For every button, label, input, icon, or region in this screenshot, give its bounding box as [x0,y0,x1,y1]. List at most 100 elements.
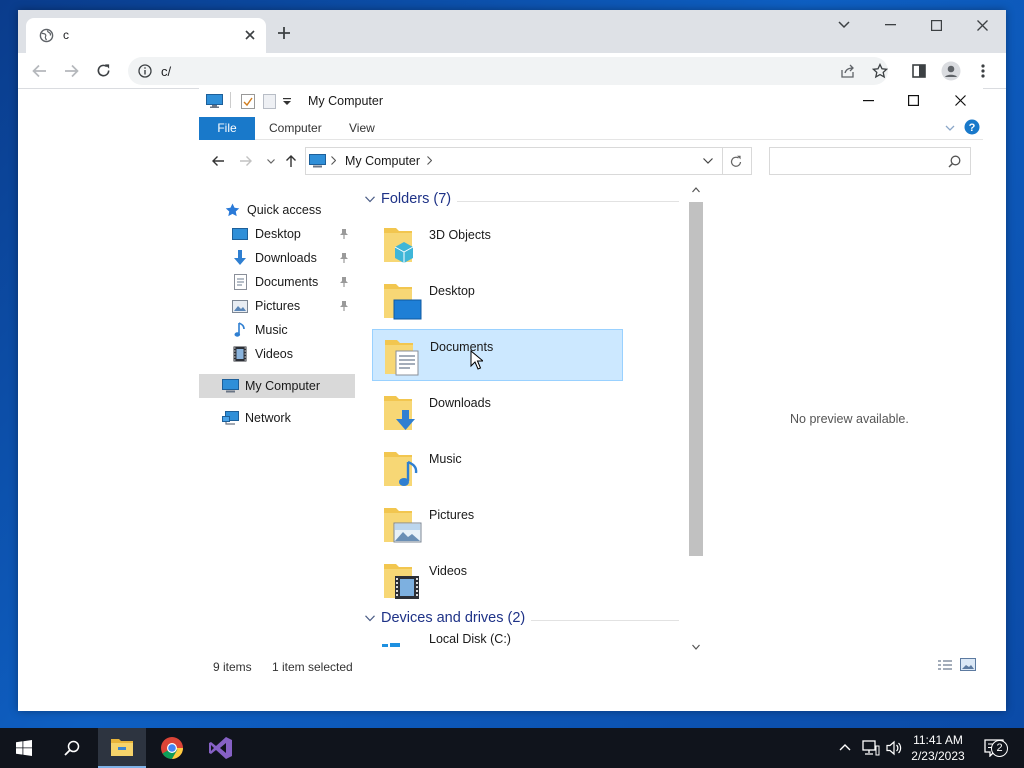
explorer-title-bar: My Computer [199,88,983,116]
breadcrumb-separator-icon[interactable] [427,156,432,165]
nav-item-pictures[interactable]: Pictures [199,294,355,318]
side-panel-icon[interactable] [912,64,926,78]
nav-item-documents[interactable]: Documents [199,270,355,294]
pin-icon[interactable] [339,300,349,311]
download-arrow-icon [231,250,249,266]
picture-icon [231,298,249,314]
folder-item-desktop[interactable]: Desktop [372,274,623,326]
profile-avatar-icon[interactable] [941,61,961,81]
network-status-icon[interactable] [862,740,880,756]
folder-item-videos[interactable]: Videos [372,554,623,606]
explorer-back-arrow-icon[interactable] [211,155,225,167]
share-icon[interactable] [840,64,856,78]
taskbar-search-button[interactable] [48,728,96,768]
reload-icon[interactable] [96,63,111,78]
nav-label: Desktop [255,227,301,241]
nav-label: My Computer [245,379,321,393]
nav-item-videos[interactable]: Videos [199,342,355,366]
collapse-chevron-icon[interactable] [365,195,375,203]
windows-logo-icon [16,740,32,756]
pin-icon[interactable] [339,252,349,263]
large-icons-view-icon[interactable] [960,658,976,671]
explorer-forward-arrow-icon[interactable] [239,155,253,167]
taskbar-clock[interactable]: 11:41 AM 2/23/2023 [905,732,971,764]
content-scrollbar[interactable] [687,185,705,653]
nav-label: Music [255,323,288,337]
bookmark-star-icon[interactable] [872,63,888,79]
status-selection: 1 item selected [272,660,353,674]
mouse-cursor-icon [470,350,483,370]
drive-label: Local Disk (C:) [429,632,511,646]
new-folder-icon[interactable] [263,94,276,109]
maximize-button[interactable] [913,10,959,40]
folder-item-pictures[interactable]: Pictures [372,498,623,550]
back-arrow-icon[interactable] [32,64,47,78]
clock-date: 2/23/2023 [911,749,965,763]
nav-item-desktop[interactable]: Desktop [199,222,355,246]
ribbon-tabs: Computer View ? [199,116,983,140]
folder-item-3d-objects[interactable]: 3D Objects [372,218,623,270]
explorer-minimize-button[interactable] [863,100,874,102]
chrome-menu-icon[interactable] [981,64,985,78]
volume-icon[interactable] [886,740,902,756]
qat-dropdown-icon[interactable] [283,98,291,105]
help-icon[interactable]: ? [964,119,980,135]
taskbar-chrome[interactable] [148,728,196,768]
forward-arrow-icon[interactable] [64,64,79,78]
start-button[interactable] [0,728,48,768]
search-icon [948,155,961,168]
show-hidden-icons-chevron-up-icon[interactable] [839,743,851,751]
site-info-icon[interactable] [138,64,152,78]
explorer-refresh-button[interactable] [722,147,752,175]
scroll-up-arrow-icon[interactable] [692,187,700,193]
pin-icon[interactable] [339,228,349,239]
scroll-down-arrow-icon[interactable] [692,644,700,650]
explorer-search-input[interactable] [769,147,971,175]
expand-ribbon-chevron-icon[interactable] [945,125,955,132]
explorer-close-button[interactable] [955,95,966,106]
address-history-chevron-down-icon[interactable] [703,158,713,164]
folder-item-documents[interactable]: Documents [372,329,623,381]
scrollbar-thumb[interactable] [689,202,703,556]
music-note-icon [231,322,249,338]
nav-item-my-computer[interactable]: My Computer [199,374,355,398]
refresh-icon [730,155,742,168]
tab-computer[interactable]: Computer [269,116,322,140]
nav-quick-access[interactable]: Quick access [199,198,355,222]
pin-icon[interactable] [339,276,349,287]
new-tab-plus-icon[interactable] [277,26,291,40]
film-icon [231,346,249,362]
close-button[interactable] [959,10,1005,40]
nav-label: Quick access [247,203,322,217]
desktop-icon [231,226,249,242]
drives-group-header[interactable]: Devices and drives (2) [365,610,525,626]
globe-icon [39,28,54,43]
folders-group-header[interactable]: Folders (7) [365,191,451,207]
explorer-maximize-button[interactable] [908,95,919,106]
tab-close-icon[interactable] [244,29,256,41]
browser-tab[interactable]: c [26,18,266,53]
up-arrow-icon[interactable] [285,154,297,168]
details-view-icon[interactable] [937,659,953,671]
properties-check-icon[interactable] [241,94,255,109]
breadcrumb-my-computer[interactable]: My Computer [345,154,420,168]
collapse-chevron-icon[interactable] [365,614,375,622]
tab-file[interactable]: File [199,117,255,140]
breadcrumb-separator-icon[interactable] [331,156,336,165]
folder-item-music[interactable]: Music [372,442,623,494]
tab-view[interactable]: View [349,116,375,140]
taskbar-file-explorer[interactable] [98,728,146,768]
nav-item-music[interactable]: Music [199,318,355,342]
file-explorer-window: My Computer Computer View ? File My Comp… [199,88,983,685]
tab-search-chevron-down-icon[interactable] [821,10,867,40]
folder-item-downloads[interactable]: Downloads [372,386,623,438]
explorer-title: My Computer [308,94,384,108]
nav-item-downloads[interactable]: Downloads [199,246,355,270]
taskbar-visual-studio[interactable] [197,728,245,768]
minimize-button[interactable] [867,10,913,40]
address-bar[interactable]: c/ [128,57,888,85]
drive-item-local-disk[interactable]: Local Disk (C:) [372,627,623,653]
recent-locations-chevron-down-icon[interactable] [267,159,275,164]
explorer-address-bar[interactable]: My Computer [305,147,723,175]
nav-item-network[interactable]: Network [199,406,355,430]
